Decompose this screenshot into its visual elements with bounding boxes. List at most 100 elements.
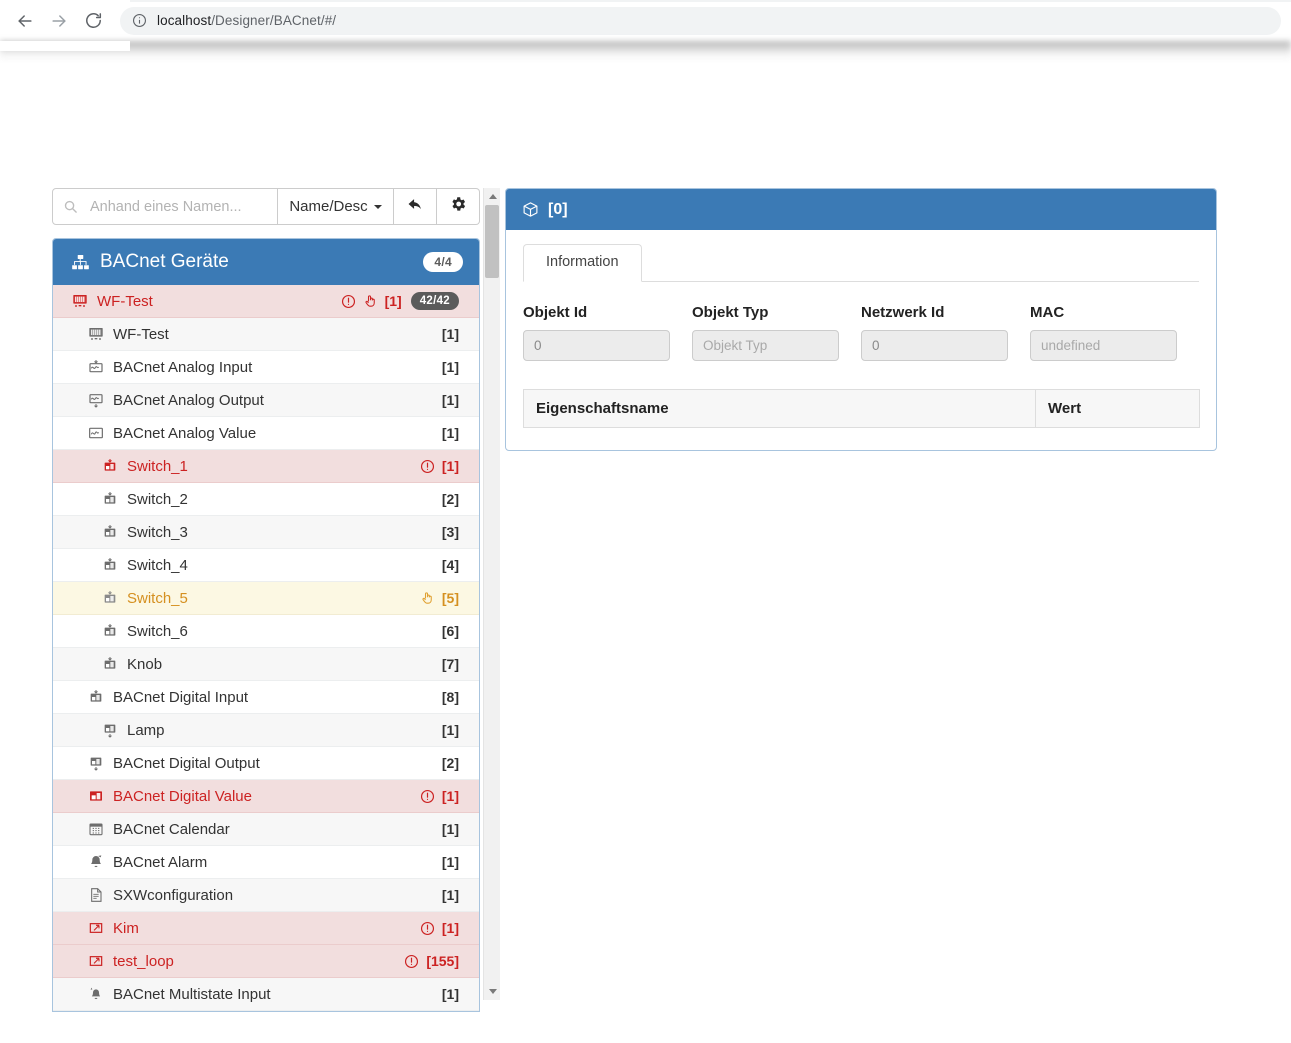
undo-button[interactable] [394,188,437,225]
tree-row-meta: [1] [442,887,459,903]
tree-row-label: Kim [113,919,139,937]
tree-row-label: BACnet Analog Output [113,391,264,409]
multistate-input-icon [87,986,105,1002]
tree-row[interactable]: BACnet Digital Input [8] [53,681,479,714]
scroll-down-arrow-icon[interactable] [484,983,501,1000]
field-label: Objekt Typ [692,304,769,321]
tree-scrollbar[interactable] [483,188,500,1000]
tree-row-label: WF-Test [97,292,153,310]
digital-input-icon [87,689,105,705]
tree-row-meta: [1] [420,920,459,936]
tree-row-label: SXWconfiguration [113,886,234,904]
digital-input-icon [101,623,119,639]
tree-row-meta: [1] [442,326,459,342]
tree-row[interactable]: Lamp [1] [53,714,479,747]
reload-icon[interactable] [78,6,108,36]
detail-header: [0] [506,189,1216,230]
tree-row[interactable]: BACnet Digital Output [2] [53,747,479,780]
digital-input-icon [101,590,119,606]
tree-row-count: [1] [441,887,459,903]
tree-row[interactable]: WF-Test [1] 42/42 [53,285,479,318]
digital-input-icon [101,524,119,540]
tree-row[interactable]: BACnet Alarm [1] [53,846,479,879]
tree-row[interactable]: BACnet Analog Value [1] [53,417,479,450]
search-icon [63,199,78,214]
tree-row[interactable]: Knob [7] [53,648,479,681]
calendar-icon [87,821,105,837]
tree-row-meta: [1] [442,821,459,837]
scrollbar-thumb[interactable] [485,205,499,278]
tree-row-meta: [1] [442,392,459,408]
tree-row[interactable]: BACnet Multistate Input [1] [53,978,479,1011]
detail-body: Information Objekt Id Objekt Typ Netzwerk … [506,230,1216,450]
analog-output-icon [87,392,105,408]
hand-pointer-icon [363,293,378,309]
field-label: Objekt Id [523,304,588,321]
tree-row-label: BACnet Alarm [113,853,208,871]
tree-row-count: [2] [441,491,459,507]
forward-arrow-icon[interactable] [44,6,74,36]
search-input[interactable] [88,197,258,216]
tree-row-count: [1] [441,986,459,1002]
tree-row-label: BACnet Analog Value [113,424,257,442]
tree-row-count: [1] [441,854,459,870]
tree-row-count: [4] [441,557,459,573]
tree-row[interactable]: BACnet Analog Output [1] [53,384,479,417]
url-host: localhost [157,13,212,28]
sitemap-icon [71,253,90,272]
field-input[interactable] [1030,330,1177,361]
field-group: Objekt Id [523,304,692,361]
tree-row[interactable]: Switch_5 [5] [53,582,479,615]
column-header-property-name: Eigenschaftsname [523,389,1036,428]
field-grid: Objekt Id Objekt Typ Netzwerk Id MAC [523,304,1199,361]
tree-row-label: Switch_4 [127,556,188,574]
properties-table-header-row: Eigenschaftsname Wert [523,389,1200,428]
field-input[interactable] [523,330,670,361]
device-icon [71,293,89,309]
tree-row-label: Knob [127,655,163,673]
settings-button[interactable] [437,188,480,225]
tree-row-meta: [5] [420,590,459,606]
url-text: localhost/Designer/BACnet/#/ [157,13,336,28]
warning-icon [420,789,435,804]
tree-header-badge: 4/4 [423,252,463,272]
tree-row[interactable]: BACnet Calendar [1] [53,813,479,846]
warning-icon [404,954,419,969]
field-input[interactable] [692,330,839,361]
tree-row-label: BACnet Multistate Input [113,985,271,1003]
tree-row[interactable]: test_loop [155] [53,945,479,978]
back-arrow-icon[interactable] [10,6,40,36]
tree-row-label: Switch_5 [127,589,188,607]
tree-row[interactable]: Switch_2 [2] [53,483,479,516]
tree-row-meta: [1] [442,854,459,870]
tree-row-meta: [7] [442,656,459,672]
tree-row[interactable]: Switch_1 [1] [53,450,479,483]
field-input[interactable] [861,330,1008,361]
tree-header[interactable]: BACnet Geräte 4/4 [53,239,479,285]
tree-row[interactable]: Switch_4 [4] [53,549,479,582]
tree-row-label: BACnet Calendar [113,820,230,838]
tree-row[interactable]: Switch_6 [6] [53,615,479,648]
tree-row-count: [1] [441,722,459,738]
tree-row-meta: [2] [442,755,459,771]
info-circle-icon[interactable] [132,13,147,28]
tree-row[interactable]: BACnet Digital Value [1] [53,780,479,813]
tree-row[interactable]: Switch_3 [3] [53,516,479,549]
digital-input-icon [101,557,119,573]
address-bar[interactable]: localhost/Designer/BACnet/#/ [120,6,1281,35]
sort-dropdown[interactable]: Name/Desc [278,188,394,225]
tree-row[interactable]: Kim [1] [53,912,479,945]
scroll-up-arrow-icon[interactable] [484,188,501,205]
tree-row[interactable]: SXWconfiguration [1] [53,879,479,912]
tab-information[interactable]: Information [523,244,642,282]
tree-row-count: [1] [441,821,459,837]
tree-row[interactable]: BACnet Analog Input [1] [53,351,479,384]
tree-row-label: BACnet Digital Input [113,688,249,706]
tree-row-label: WF-Test [113,325,169,343]
tree-row-label: Switch_6 [127,622,188,640]
search-box[interactable] [52,188,278,225]
tree-row-label: Lamp [127,721,165,739]
document-icon [87,887,105,903]
tree-row-count: [3] [441,524,459,540]
tree-row[interactable]: WF-Test [1] [53,318,479,351]
